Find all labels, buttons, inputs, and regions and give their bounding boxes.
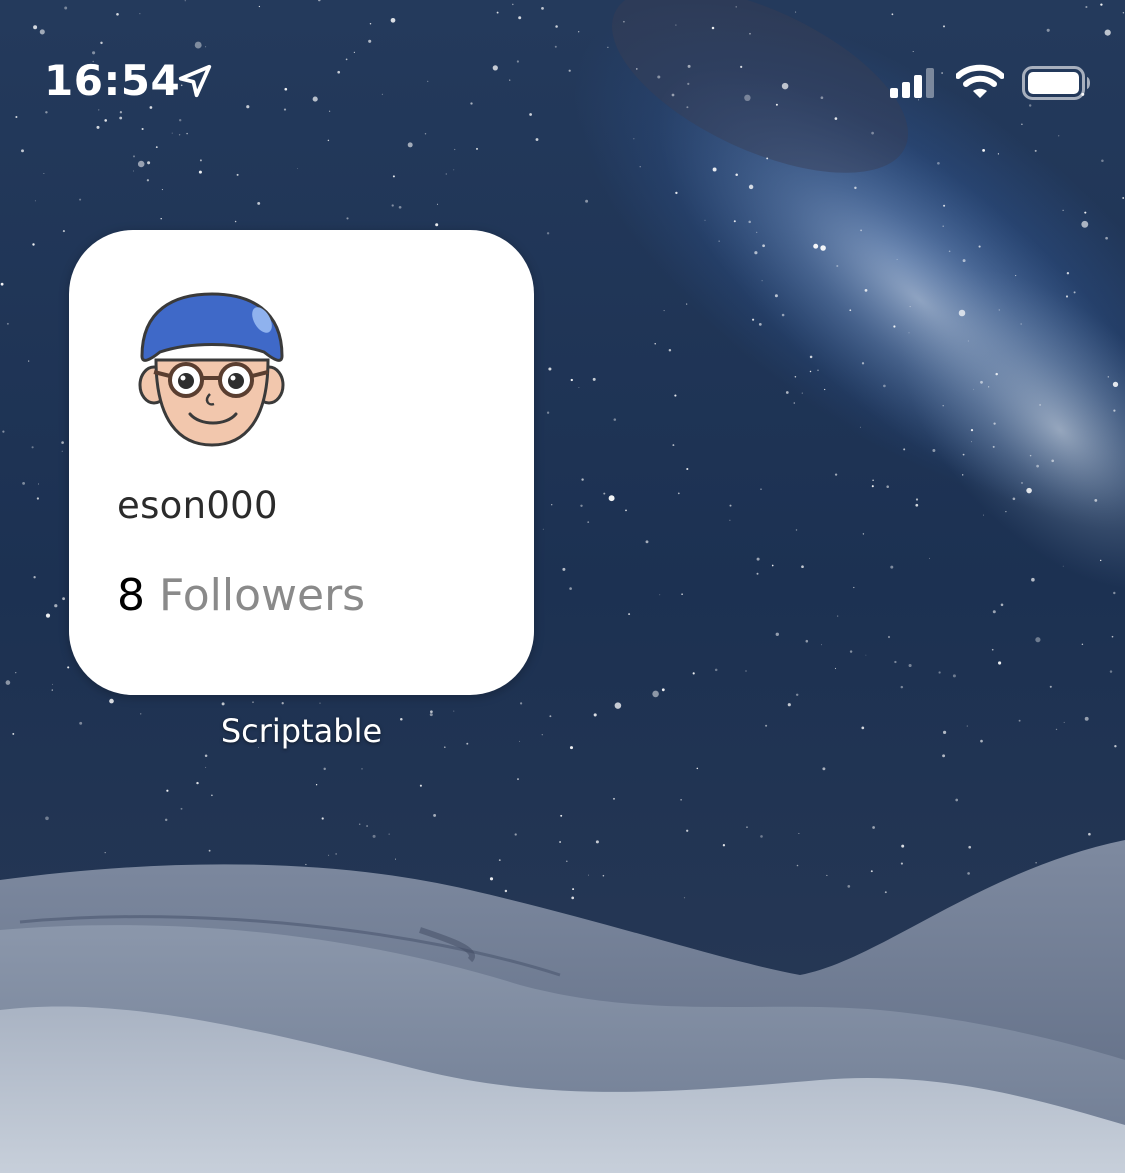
followers-summary: 8 Followers xyxy=(117,570,365,621)
followers-count: 8 xyxy=(117,570,145,621)
wifi-icon xyxy=(956,64,1004,98)
username: eson000 xyxy=(117,484,278,527)
battery-full-icon xyxy=(1022,66,1090,100)
cellular-signal-icon xyxy=(890,68,934,98)
status-time: 16:54 xyxy=(44,56,181,105)
followers-label: Followers xyxy=(159,570,366,621)
widget-caption: Scriptable xyxy=(220,712,383,750)
location-arrow-icon xyxy=(178,64,212,98)
status-bar: 16:54 xyxy=(0,0,1125,160)
avatar xyxy=(138,292,285,447)
